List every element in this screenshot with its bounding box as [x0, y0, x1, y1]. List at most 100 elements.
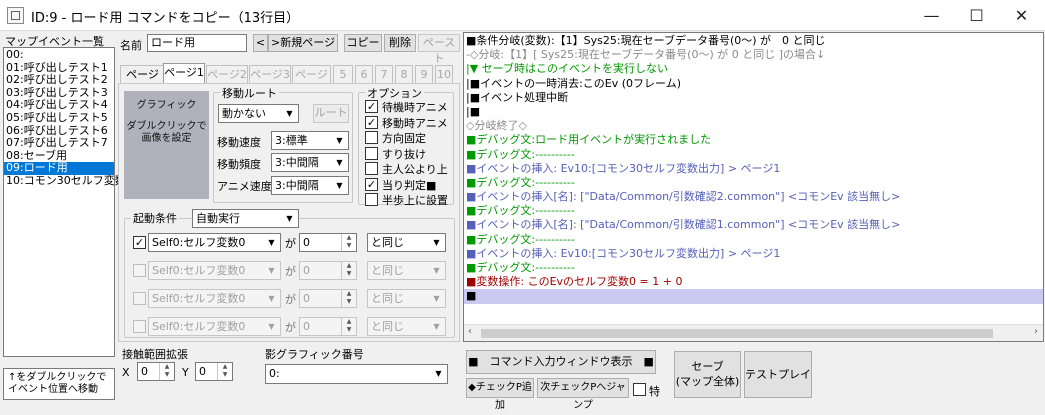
- command-line[interactable]: |■イベント処理中断: [464, 91, 1043, 105]
- condition-value-stepper[interactable]: 0 ▲ ▼: [299, 317, 357, 336]
- tab-page[interactable]: ページ: [120, 65, 165, 83]
- command-line[interactable]: ■デバッグ文:----------: [464, 233, 1043, 247]
- command-line[interactable]: |▼ セーブ時はこのイベントを実行しない: [464, 62, 1043, 76]
- tab-page-3[interactable]: ページ3: [249, 65, 291, 83]
- option-checkbox[interactable]: [365, 162, 378, 175]
- command-line[interactable]: -◇分岐:【1】[ Sys25:現在セーブデータ番号(0〜) が 0 と同じ ]…: [464, 48, 1043, 62]
- minimize-button[interactable]: —: [909, 0, 954, 31]
- command-line[interactable]: ◇分岐終了◇: [464, 119, 1043, 133]
- move-speed-select[interactable]: 3:標準 ▼: [271, 131, 349, 150]
- condition-variable-select[interactable]: Self0:セルフ変数0 ▼: [148, 289, 281, 308]
- command-line[interactable]: ■条件分岐(変数):【1】Sys25:現在セーブデータ番号(0〜) が 0 と同…: [464, 34, 1043, 48]
- new-page-button[interactable]: >新規ページ: [268, 34, 338, 52]
- command-line[interactable]: ■: [464, 289, 1043, 304]
- save-map-button[interactable]: セーブ (マップ全体): [674, 351, 741, 398]
- condition-value-stepper[interactable]: 0 ▲ ▼: [299, 289, 357, 308]
- command-line[interactable]: ■デバッグ文:ロード用イベントが実行されました: [464, 133, 1043, 147]
- tab-page-4[interactable]: ページ4: [292, 65, 331, 98]
- prev-page-button[interactable]: <: [253, 34, 268, 52]
- scroll-right-icon[interactable]: ›: [1034, 326, 1038, 337]
- condition-checkbox[interactable]: [133, 292, 146, 305]
- condition-checkbox[interactable]: ✓: [133, 236, 146, 249]
- tab-page-5[interactable]: 5: [333, 65, 353, 83]
- command-line[interactable]: ■イベントの挿入[名]: ["Data/Common/引数確認2.common"…: [464, 190, 1043, 204]
- chevron-down-icon: ▼: [428, 290, 445, 307]
- condition-operator-select[interactable]: と同じ ▼: [367, 289, 446, 308]
- command-line[interactable]: ■変数操作: このEvのセルフ変数0 = 1 + 0: [464, 275, 1043, 289]
- scroll-left-icon[interactable]: ‹: [468, 326, 472, 337]
- move-type-select[interactable]: 動かない ▼: [218, 104, 299, 123]
- command-line[interactable]: ■イベントの挿入: Ev10:[コモン30セルフ変数出力] > ページ1: [464, 247, 1043, 261]
- option-label: 待機時アニメ: [382, 101, 448, 114]
- command-line[interactable]: ■イベントの挿入: Ev10:[コモン30セルフ変数出力] > ページ1: [464, 162, 1043, 176]
- next-checkpoint-button[interactable]: 次チェックPへジャンプ: [537, 378, 629, 411]
- condition-checkbox[interactable]: [133, 320, 146, 333]
- map-event-item[interactable]: 05:呼び出しテスト5: [4, 111, 114, 125]
- command-input-window-button[interactable]: ■ コマンド入力ウィンドウ表示 ■: [466, 350, 656, 374]
- tab-page-8[interactable]: 8: [395, 65, 413, 83]
- trigger-label: 起動条件: [131, 210, 179, 226]
- command-line[interactable]: ■デバッグ文:----------: [464, 204, 1043, 218]
- command-line[interactable]: |■: [464, 105, 1043, 119]
- option-checkbox[interactable]: [365, 146, 378, 160]
- tab-page-1[interactable]: ページ1: [163, 63, 205, 84]
- command-line[interactable]: ■デバッグ文:----------: [464, 176, 1043, 190]
- tab-page-2[interactable]: ページ2: [206, 65, 248, 83]
- map-event-item[interactable]: 07:呼び出しテスト7: [4, 137, 114, 150]
- add-checkpoint-button[interactable]: ◆チェックP追加: [466, 378, 534, 411]
- condition-variable-select[interactable]: Self0:セルフ変数0 ▼: [148, 317, 281, 336]
- maximize-button[interactable]: ☐: [954, 0, 999, 31]
- anim-speed-select[interactable]: 3:中間隔 ▼: [271, 176, 349, 195]
- close-button[interactable]: ✕: [999, 0, 1044, 31]
- option-checkbox[interactable]: [365, 131, 378, 144]
- command-list[interactable]: ■条件分岐(変数):【1】Sys25:現在セーブデータ番号(0〜) が 0 と同…: [463, 32, 1044, 342]
- name-label: 名前: [120, 39, 142, 52]
- contact-y-stepper[interactable]: 0 ▲ ▼: [195, 362, 233, 381]
- tab-page-7[interactable]: 7: [375, 65, 393, 83]
- route-button[interactable]: ルート: [313, 104, 349, 123]
- condition-variable-select[interactable]: Self0:セルフ変数0 ▼: [148, 261, 281, 280]
- option-checkbox[interactable]: ✓: [365, 100, 378, 113]
- trigger-select[interactable]: 自動実行 ▼: [192, 209, 299, 228]
- test-play-button[interactable]: テストプレイ: [744, 351, 812, 398]
- copy-page-button[interactable]: コピー: [344, 34, 382, 52]
- tab-page-6[interactable]: 6: [355, 65, 373, 83]
- special-checkbox[interactable]: [633, 383, 646, 396]
- map-events-list[interactable]: 00: 01:呼び出しテスト1 02:呼び出しテスト2 03:呼び出しテスト3 04:呼…: [3, 47, 126, 357]
- command-line[interactable]: |■イベントの一時消去:このEv (0フレーム): [464, 77, 1043, 91]
- condition-operator-select[interactable]: と同じ ▼: [367, 261, 446, 280]
- tab-page-10[interactable]: 10: [435, 65, 453, 83]
- option-checkbox[interactable]: [365, 193, 378, 206]
- shadow-graphic-select[interactable]: 0: ▼: [265, 364, 448, 384]
- event-name-input[interactable]: ロード用: [147, 34, 247, 52]
- chevron-down-icon: ▼: [263, 290, 280, 307]
- command-line[interactable]: ■デバッグ文:----------: [464, 148, 1043, 162]
- condition-value-stepper[interactable]: 0 ▲ ▼: [299, 233, 357, 252]
- tab-page-9[interactable]: 9: [415, 65, 433, 83]
- option-label: 移動時アニメ: [382, 116, 448, 130]
- condition-operator-select[interactable]: と同じ ▼: [367, 233, 446, 252]
- anim-speed-label: アニメ速度: [217, 180, 272, 193]
- scrollbar-thumb[interactable]: [481, 329, 993, 338]
- paste-page-button[interactable]: ペースト: [418, 34, 460, 65]
- condition-value-stepper[interactable]: 0 ▲ ▼: [299, 261, 357, 280]
- condition-operator-select[interactable]: と同じ ▼: [367, 317, 446, 336]
- horizontal-scrollbar[interactable]: ‹ ›: [464, 324, 1043, 341]
- move-freq-select[interactable]: 3:中間隔 ▼: [271, 153, 349, 172]
- chevron-down-icon: ▼: [263, 318, 280, 335]
- command-line[interactable]: ■デバッグ文:----------: [464, 261, 1043, 275]
- delete-page-button[interactable]: 削除: [384, 34, 416, 52]
- map-event-item[interactable]: 10:コモン30セルフ変数: [4, 174, 126, 188]
- command-line[interactable]: ■イベントの挿入[名]: ["Data/Common/引数確認1.common"…: [464, 218, 1043, 232]
- chevron-down-icon: ▼: [428, 262, 445, 279]
- map-event-item[interactable]: 02:呼び出しテスト2: [4, 74, 114, 87]
- map-events-hint: ↑をダブルクリックで イベント位置へ移動: [3, 368, 115, 400]
- map-event-item[interactable]: 00:: [4, 48, 114, 62]
- graphic-selector[interactable]: グラフィック ダブルクリックで 画像を設定: [124, 91, 209, 199]
- condition-variable-select[interactable]: Self0:セルフ変数0 ▼: [148, 233, 281, 252]
- option-checkbox[interactable]: ✓: [365, 177, 378, 191]
- option-checkbox[interactable]: ✓: [365, 115, 378, 129]
- contact-x-stepper[interactable]: 0 ▲ ▼: [137, 362, 175, 381]
- condition-checkbox[interactable]: [133, 264, 146, 277]
- chevron-down-icon: ▼: [281, 105, 298, 122]
